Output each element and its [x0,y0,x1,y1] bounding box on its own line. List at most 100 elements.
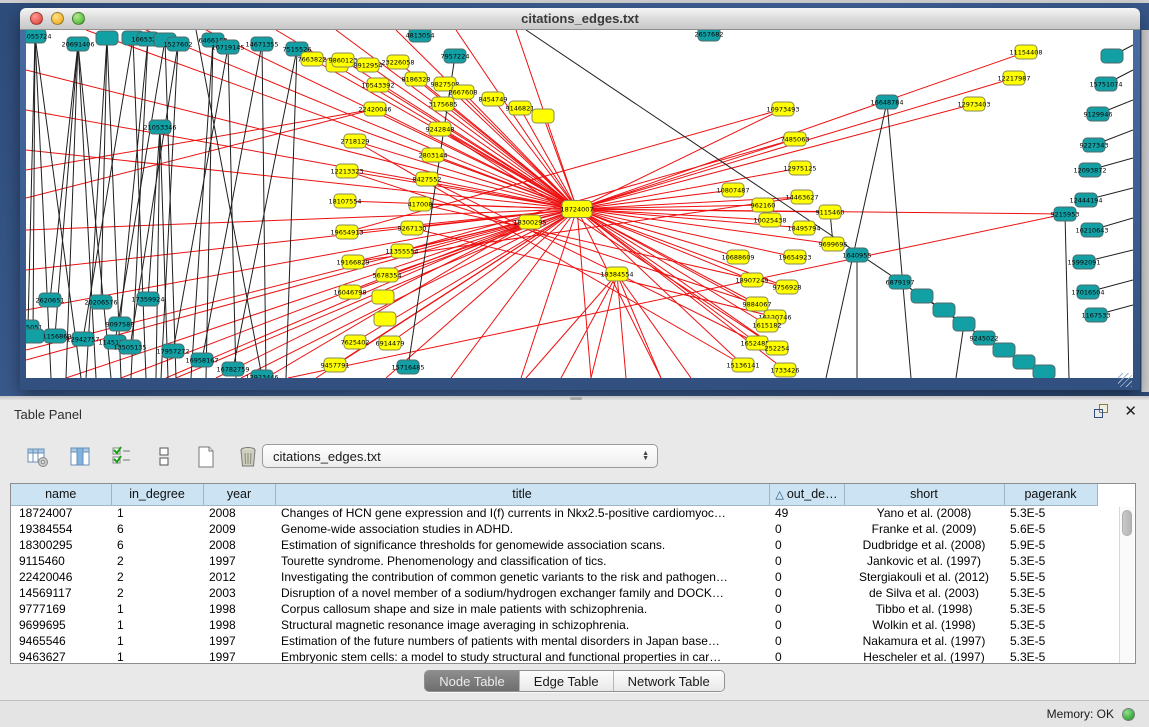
edge-selected[interactable] [26,109,375,170]
graph-node[interactable] [26,329,44,343]
cell-indeg[interactable]: 1 [111,617,203,633]
edge[interactable] [228,47,236,378]
new-column-icon[interactable] [192,443,220,471]
cell-name[interactable]: 19384554 [11,521,111,537]
close-panel-icon[interactable]: ✕ [1124,404,1137,419]
table-row[interactable]: 1830029562008Estimation of significance … [11,537,1097,553]
edge[interactable] [86,38,107,378]
cell-title[interactable]: Disruption of a novel member of a sodium… [275,585,769,601]
cell-outdeg[interactable]: 0 [769,553,844,569]
cell-title[interactable]: Embryonic stem cells: a model to study s… [275,649,769,664]
edge-selected[interactable] [526,274,617,378]
cell-outdeg[interactable]: 0 [769,569,844,585]
table-row[interactable]: 1938455462009Genome-wide association stu… [11,521,1097,537]
delete-column-icon[interactable] [234,443,262,471]
edge-selected[interactable] [561,274,617,378]
cell-pagerank[interactable]: 5.5E-5 [1004,569,1097,585]
edge[interactable] [66,44,78,378]
close-button[interactable] [30,12,43,25]
edge-selected[interactable] [26,109,375,198]
table-row[interactable]: 911546021997Tourette syndrome. Phenomeno… [11,553,1097,569]
cell-year[interactable]: 2008 [203,505,275,521]
column-header-in_degree[interactable]: in_degree [111,484,203,505]
edge-selected[interactable] [577,209,591,378]
cell-pagerank[interactable]: 5.3E-5 [1004,553,1097,569]
graph-node[interactable] [911,289,933,303]
edge[interactable] [1065,214,1069,378]
table-row[interactable]: 1456911722003Disruption of a novel membe… [11,585,1097,601]
table-row[interactable]: 969969511998Structural magnetic resonanc… [11,617,1097,633]
cell-outdeg[interactable]: 0 [769,649,844,664]
cell-outdeg[interactable]: 0 [769,617,844,633]
cell-year[interactable]: 1998 [203,617,275,633]
cell-title[interactable]: Estimation of significance thresholds fo… [275,537,769,553]
tab-network-table[interactable]: Network Table [613,671,724,691]
edge[interactable] [956,324,964,378]
cell-year[interactable]: 1997 [203,649,275,664]
tab-node-table[interactable]: Node Table [425,671,519,691]
edge-selected[interactable] [26,70,577,209]
edge-selected[interactable] [617,274,626,378]
column-header-short[interactable]: short [844,484,1004,505]
cell-pagerank[interactable]: 5.3E-5 [1004,585,1097,601]
edge[interactable] [262,44,266,378]
cell-indeg[interactable]: 2 [111,569,203,585]
cell-year[interactable]: 2003 [203,585,275,601]
edge[interactable] [78,44,96,378]
edge[interactable] [202,44,262,360]
edge-selected[interactable] [26,150,577,209]
graph-node[interactable] [933,303,955,317]
cell-pagerank[interactable]: 5.3E-5 [1004,649,1097,664]
edge[interactable] [887,102,911,378]
cell-year[interactable]: 1998 [203,601,275,617]
cell-outdeg[interactable]: 0 [769,585,844,601]
column-header-pagerank[interactable]: pagerank [1004,484,1097,505]
graph-node[interactable] [1101,49,1123,63]
edge[interactable] [83,38,133,339]
cell-pagerank[interactable]: 5.3E-5 [1004,601,1097,617]
graph-node-selected[interactable] [372,290,394,304]
cell-title[interactable]: Corpus callosum shape and size in male p… [275,601,769,617]
cell-outdeg[interactable]: 49 [769,505,844,521]
tab-edge-table[interactable]: Edge Table [519,671,613,691]
edge-selected[interactable] [146,30,577,209]
cell-year[interactable]: 1997 [203,633,275,649]
network-view-window[interactable]: citations_edges.txt 24055724206914061065… [20,8,1140,390]
graph-node[interactable] [953,317,975,331]
window-titlebar[interactable]: citations_edges.txt [20,8,1140,30]
cell-name[interactable]: 9465546 [11,633,111,649]
edge[interactable] [101,38,107,302]
edge[interactable] [286,49,297,378]
cell-year[interactable]: 2008 [203,537,275,553]
edge[interactable] [120,39,148,324]
cell-short[interactable]: Stergiakouli et al. (2012) [844,569,1004,585]
cell-outdeg[interactable]: 0 [769,537,844,553]
table-scrollbar[interactable] [1119,507,1134,663]
cell-name[interactable]: 18300295 [11,537,111,553]
cell-name[interactable]: 18724007 [11,505,111,521]
cell-year[interactable]: 2009 [203,521,275,537]
cell-short[interactable]: de Silva et al. (2003) [844,585,1004,601]
table-row[interactable]: 2242004622012Investigating the contribut… [11,569,1097,585]
cell-year[interactable]: 2012 [203,569,275,585]
cell-indeg[interactable]: 2 [111,585,203,601]
cell-title[interactable]: Tourette syndrome. Phenomenology and cla… [275,553,769,569]
edge-selected[interactable] [577,109,783,209]
edge-selected[interactable] [26,209,577,350]
column-header-name[interactable]: name [11,484,111,505]
cell-title[interactable]: Changes of HCN gene expression and I(f) … [275,505,769,521]
cell-outdeg[interactable]: 0 [769,521,844,537]
cell-short[interactable]: Tibbo et al. (1998) [844,601,1004,617]
scrollbar-thumb[interactable] [1122,510,1132,536]
cell-indeg[interactable]: 6 [111,537,203,553]
edge-selected[interactable] [577,52,1026,209]
cell-title[interactable]: Genome-wide association studies in ADHD. [275,521,769,537]
table-row[interactable]: 977716911998Corpus callosum shape and si… [11,601,1097,617]
edge-selected[interactable] [443,104,577,209]
cell-short[interactable]: Nakamura et al. (1997) [844,633,1004,649]
cell-indeg[interactable]: 1 [111,649,203,664]
cell-short[interactable]: Franke et al. (2009) [844,521,1004,537]
cell-name[interactable]: 9699695 [11,617,111,633]
show-columns-icon[interactable] [66,443,94,471]
cell-name[interactable]: 9115460 [11,553,111,569]
